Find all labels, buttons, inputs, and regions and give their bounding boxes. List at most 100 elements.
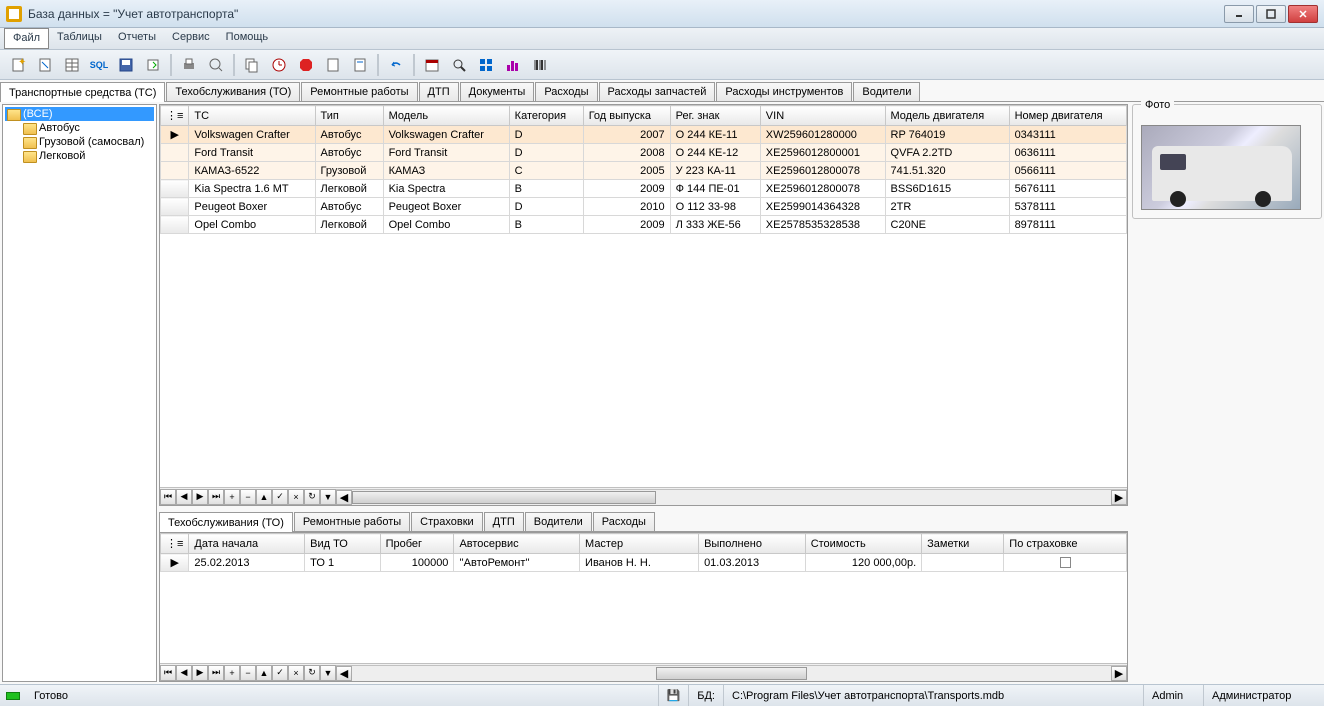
nav-next[interactable]: ▶ [192, 489, 208, 505]
scol-notes[interactable]: Заметки [922, 534, 1004, 554]
menu-service[interactable]: Сервис [164, 28, 218, 49]
tree-item-car[interactable]: Легковой [5, 149, 154, 163]
table-row[interactable]: Peugeot BoxerАвтобусPeugeot BoxerD2010О … [161, 198, 1127, 216]
corner-cell[interactable]: ⋮≡ [161, 106, 189, 126]
menu-file[interactable]: Файл [4, 28, 49, 49]
subtab-insurance[interactable]: Страховки [411, 512, 483, 531]
nav-post[interactable]: ✓ [272, 489, 288, 505]
snav-next[interactable]: ▶ [192, 665, 208, 681]
nav-first[interactable]: ⏮ [160, 489, 176, 505]
menu-help[interactable]: Помощь [218, 28, 277, 49]
snav-refresh[interactable]: ↻ [304, 665, 320, 681]
col-type[interactable]: Тип [315, 106, 383, 126]
sub-corner[interactable]: ⋮≡ [161, 534, 189, 554]
scol-service[interactable]: Автосервис [454, 534, 580, 554]
sub-row[interactable]: ▶ 25.02.2013 ТО 1 100000 ''АвтоРемонт'' … [161, 554, 1127, 572]
scol-master[interactable]: Мастер [580, 534, 699, 554]
grid-icon[interactable] [474, 53, 498, 77]
chart-icon[interactable] [501, 53, 525, 77]
col-cat[interactable]: Категория [509, 106, 583, 126]
clock-icon[interactable] [267, 53, 291, 77]
tab-dtp[interactable]: ДТП [419, 82, 459, 101]
vehicle-photo[interactable] [1141, 125, 1301, 210]
subtab-expenses[interactable]: Расходы [593, 512, 655, 531]
nav-refresh[interactable]: ↻ [304, 489, 320, 505]
barcode-icon[interactable] [528, 53, 552, 77]
snav-add[interactable]: + [224, 665, 240, 681]
maximize-button[interactable] [1256, 5, 1286, 23]
scol-date[interactable]: Дата начала [189, 534, 305, 554]
nav-del[interactable]: − [240, 489, 256, 505]
snav-del[interactable]: − [240, 665, 256, 681]
shscroll-right[interactable]: ▶ [1111, 666, 1127, 681]
nav-last[interactable]: ⏭ [208, 489, 224, 505]
table-row[interactable]: Ford TransitАвтобусFord TransitD2008О 24… [161, 144, 1127, 162]
copy-icon[interactable] [240, 53, 264, 77]
col-engmodel[interactable]: Модель двигателя [885, 106, 1009, 126]
scol-done[interactable]: Выполнено [699, 534, 806, 554]
tree-item-truck[interactable]: Грузовой (самосвал) [5, 135, 154, 149]
export-icon[interactable] [141, 53, 165, 77]
save-icon[interactable] [114, 53, 138, 77]
tab-maintenance[interactable]: Техобслуживания (ТО) [166, 82, 300, 101]
hscroll-right[interactable]: ▶ [1111, 490, 1127, 505]
hscroll-track[interactable] [352, 490, 1111, 505]
minimize-button[interactable] [1224, 5, 1254, 23]
menu-reports[interactable]: Отчеты [110, 28, 164, 49]
doc2-icon[interactable] [348, 53, 372, 77]
col-model[interactable]: Модель [383, 106, 509, 126]
col-reg[interactable]: Рег. знак [670, 106, 760, 126]
tab-drivers[interactable]: Водители [853, 82, 920, 101]
subtab-drivers[interactable]: Водители [525, 512, 592, 531]
col-engnum[interactable]: Номер двигателя [1009, 106, 1126, 126]
edit-icon[interactable] [33, 53, 57, 77]
tree-item-bus[interactable]: Автобус [5, 121, 154, 135]
nav-prev[interactable]: ◀ [176, 489, 192, 505]
snav-cancel[interactable]: × [288, 665, 304, 681]
scol-insured[interactable]: По страховке [1004, 534, 1127, 554]
preview-icon[interactable] [204, 53, 228, 77]
nav-add[interactable]: + [224, 489, 240, 505]
calendar-icon[interactable] [420, 53, 444, 77]
tree-root[interactable]: (ВСЕ) [5, 107, 154, 121]
col-year[interactable]: Год выпуска [583, 106, 670, 126]
table-row[interactable]: Kia Spectra 1.6 MTЛегковойKia SpectraB20… [161, 180, 1127, 198]
snav-edit[interactable]: ▲ [256, 665, 272, 681]
tab-parts[interactable]: Расходы запчастей [599, 82, 716, 101]
snav-first[interactable]: ⏮ [160, 665, 176, 681]
scol-cost[interactable]: Стоимость [805, 534, 921, 554]
find-icon[interactable] [447, 53, 471, 77]
table-row[interactable]: ▶Volkswagen CrafterАвтобусVolkswagen Cra… [161, 126, 1127, 144]
subtab-maint[interactable]: Техобслуживания (ТО) [159, 512, 293, 532]
scol-mileage[interactable]: Пробег [380, 534, 454, 554]
table-icon[interactable] [60, 53, 84, 77]
shscroll-left[interactable]: ◀ [336, 666, 352, 681]
tab-expenses[interactable]: Расходы [535, 82, 597, 101]
doc-icon[interactable] [321, 53, 345, 77]
menu-tables[interactable]: Таблицы [49, 28, 110, 49]
subtab-repairs[interactable]: Ремонтные работы [294, 512, 410, 531]
shscroll-track[interactable] [352, 666, 1111, 681]
hscroll-left[interactable]: ◀ [336, 490, 352, 505]
tab-repairs[interactable]: Ремонтные работы [301, 82, 417, 101]
tab-tools[interactable]: Расходы инструментов [716, 82, 852, 101]
snav-last[interactable]: ⏭ [208, 665, 224, 681]
tab-vehicles[interactable]: Транспортные средства (ТС) [0, 82, 165, 102]
print-icon[interactable] [177, 53, 201, 77]
nav-edit[interactable]: ▲ [256, 489, 272, 505]
table-row[interactable]: Opel ComboЛегковойOpel ComboB2009Л 333 Ж… [161, 216, 1127, 234]
sql-icon[interactable]: SQL [87, 53, 111, 77]
insured-checkbox[interactable] [1060, 557, 1071, 568]
stop-icon[interactable] [294, 53, 318, 77]
snav-prev[interactable]: ◀ [176, 665, 192, 681]
table-row[interactable]: КАМАЗ-6522ГрузовойКАМАЗC2005У 223 КА-11X… [161, 162, 1127, 180]
tab-docs[interactable]: Документы [460, 82, 535, 101]
nav-cancel[interactable]: × [288, 489, 304, 505]
snav-filter[interactable]: ▼ [320, 665, 336, 681]
nav-filter[interactable]: ▼ [320, 489, 336, 505]
scol-type[interactable]: Вид ТО [305, 534, 380, 554]
close-button[interactable] [1288, 5, 1318, 23]
undo-icon[interactable] [384, 53, 408, 77]
col-tc[interactable]: ТС [189, 106, 315, 126]
new-icon[interactable]: ✦ [6, 53, 30, 77]
